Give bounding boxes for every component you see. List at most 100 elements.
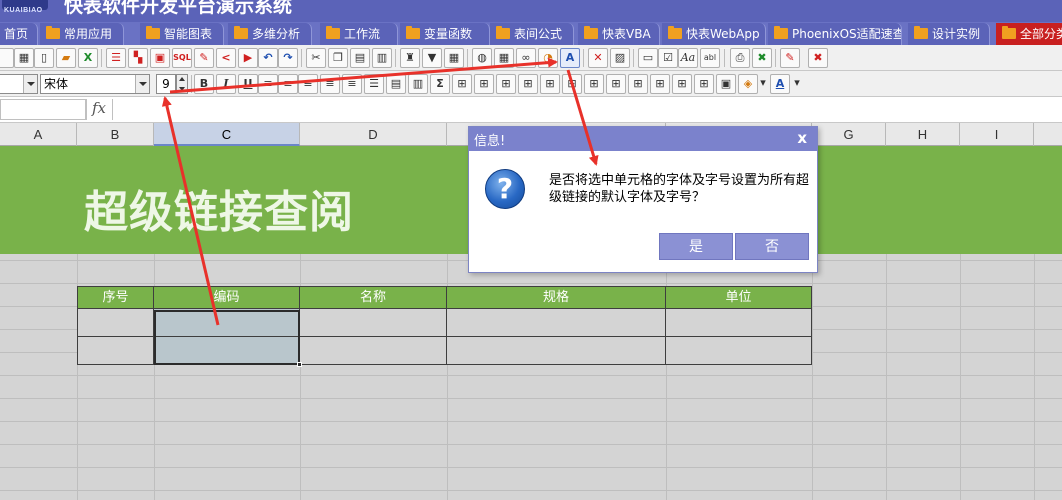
chevron-down-icon[interactable] <box>135 75 149 93</box>
tab-phoenixos[interactable]: PhoenixOS适配速查 <box>768 23 902 45</box>
dialog-title-bar[interactable]: 信息! x <box>469 127 817 151</box>
align-right-icon[interactable]: ≡ <box>298 74 318 94</box>
tab-webapp[interactable]: 快表WebApp <box>662 23 766 45</box>
find-icon[interactable]: ♜ <box>400 48 420 68</box>
align-bottom-icon[interactable]: ☰ <box>364 74 384 94</box>
tab-variable-functions[interactable]: 变量函数 <box>400 23 490 45</box>
merge-cells-icon[interactable]: ▥ <box>408 74 428 94</box>
align-middle-icon[interactable]: ≡ <box>342 74 362 94</box>
border-icon[interactable]: ⊞ <box>540 74 560 94</box>
table-cell[interactable] <box>447 309 666 337</box>
list-icon[interactable]: ☰ <box>106 48 126 68</box>
style-select[interactable] <box>0 74 38 94</box>
column-header[interactable]: G <box>812 123 886 146</box>
align-center-icon[interactable]: ≡ <box>278 74 298 94</box>
fx-icon[interactable]: fx <box>92 99 106 117</box>
table-header-cell[interactable]: 规格 <box>447 286 666 309</box>
table-header-cell[interactable]: 单位 <box>666 286 812 309</box>
grid-icon[interactable]: ▦ <box>14 48 34 68</box>
sum-button[interactable]: Σ <box>430 74 450 94</box>
border-icon[interactable]: ⊞ <box>562 74 582 94</box>
column-header[interactable]: D <box>300 123 447 146</box>
table-cell[interactable] <box>77 337 154 365</box>
hyperlink-font-button[interactable]: A <box>560 48 580 68</box>
table-link-icon[interactable]: ▦ <box>494 48 514 68</box>
border-icon[interactable]: ⊞ <box>672 74 692 94</box>
copy-icon[interactable]: ▣ <box>150 48 170 68</box>
tab-common-apps[interactable]: 常用应用 <box>40 23 124 45</box>
redo-icon[interactable]: ↷ <box>278 48 298 68</box>
italic-button[interactable]: I <box>216 74 236 94</box>
cut-icon[interactable]: ✂ <box>306 48 326 68</box>
page-icon[interactable]: ▯ <box>34 48 54 68</box>
undo-icon[interactable]: ↶ <box>258 48 278 68</box>
table-cell[interactable] <box>300 337 447 365</box>
chevron-down-icon[interactable] <box>23 75 37 93</box>
format-painter-icon[interactable]: ▥ <box>372 48 392 68</box>
chart-pie-icon[interactable]: ◔ <box>538 48 558 68</box>
border-icon[interactable]: ⊞ <box>628 74 648 94</box>
tab-all-categories[interactable]: 全部分类 <box>996 23 1062 45</box>
clear-icon[interactable]: ✕ <box>588 48 608 68</box>
wrap-text-icon[interactable]: ▤ <box>386 74 406 94</box>
paste-icon[interactable]: ▤ <box>350 48 370 68</box>
tab-multidim-analysis[interactable]: 多维分析 <box>228 23 312 45</box>
excel-icon[interactable]: X <box>78 48 98 68</box>
border-icon[interactable]: ⊞ <box>606 74 626 94</box>
wrench-icon[interactable]: ✎ <box>194 48 214 68</box>
tab-cross-table-formulas[interactable]: 表间公式 <box>490 23 574 45</box>
all-borders-icon[interactable]: ⊞ <box>452 74 472 94</box>
play-icon[interactable]: ▶ <box>238 48 258 68</box>
chevron-down-icon[interactable]: ▾ <box>792 74 802 94</box>
close-green-icon[interactable]: ✖ <box>752 48 772 68</box>
link-icon[interactable]: ∞ <box>516 48 536 68</box>
no-button[interactable]: 否 <box>735 233 809 260</box>
checkbox-icon[interactable]: ☑ <box>658 48 678 68</box>
open-folder-icon[interactable]: ▰ <box>56 48 76 68</box>
print-icon[interactable]: ⎙ <box>730 48 750 68</box>
column-header[interactable]: A <box>0 123 77 146</box>
globe-icon[interactable]: ◍ <box>472 48 492 68</box>
exit-icon[interactable]: ✖ <box>808 48 828 68</box>
formula-input[interactable] <box>112 99 1062 120</box>
border-icon[interactable]: ⊞ <box>650 74 670 94</box>
close-icon[interactable]: x <box>797 129 807 147</box>
align-top-icon[interactable]: ≡ <box>320 74 340 94</box>
bold-button[interactable]: B <box>194 74 214 94</box>
underline-button[interactable]: U <box>238 74 258 94</box>
table-header-cell[interactable]: 编码 <box>154 286 300 309</box>
tab-vba[interactable]: 快表VBA <box>578 23 660 45</box>
border-icon[interactable]: ⊞ <box>584 74 604 94</box>
text-style-button[interactable]: Aa <box>678 48 698 68</box>
border-icon[interactable]: ⊞ <box>518 74 538 94</box>
fill-color-icon[interactable]: ◈ <box>738 74 758 94</box>
table-header-cell[interactable]: 序号 <box>77 286 154 309</box>
table-cell[interactable] <box>666 337 812 365</box>
filter-icon[interactable]: ▼ <box>422 48 442 68</box>
column-header[interactable]: C <box>154 123 300 146</box>
sql-button[interactable]: SQL <box>172 48 192 68</box>
copy-doc-icon[interactable]: ❐ <box>328 48 348 68</box>
tab-home[interactable]: 首页 <box>0 23 38 45</box>
rectangle-icon[interactable]: ▭ <box>638 48 658 68</box>
table-cell[interactable] <box>666 309 812 337</box>
align-left-icon[interactable]: ≡ <box>258 74 278 94</box>
border-icon[interactable]: ⊞ <box>694 74 714 94</box>
border-icon[interactable]: ⊞ <box>496 74 516 94</box>
column-header[interactable]: H <box>886 123 960 146</box>
column-header[interactable]: B <box>77 123 154 146</box>
table-cell[interactable] <box>300 309 447 337</box>
toolbar-button[interactable] <box>0 48 14 68</box>
font-size-spinner[interactable] <box>176 74 188 94</box>
font-name-select[interactable]: 宋体 <box>40 74 150 94</box>
pen-icon[interactable]: ✎ <box>780 48 800 68</box>
cell-selection[interactable] <box>154 310 300 365</box>
share-icon[interactable]: < <box>216 48 236 68</box>
sort-icon[interactable]: ▦ <box>444 48 464 68</box>
border-icon[interactable]: ⊞ <box>474 74 494 94</box>
tab-workflow[interactable]: 工作流 <box>320 23 398 45</box>
font-color-button[interactable]: A <box>770 74 790 94</box>
table-header-cell[interactable]: 名称 <box>300 286 447 309</box>
grid-edit-icon[interactable]: ▨ <box>610 48 630 68</box>
tab-smart-charts[interactable]: 智能图表 <box>140 23 224 45</box>
